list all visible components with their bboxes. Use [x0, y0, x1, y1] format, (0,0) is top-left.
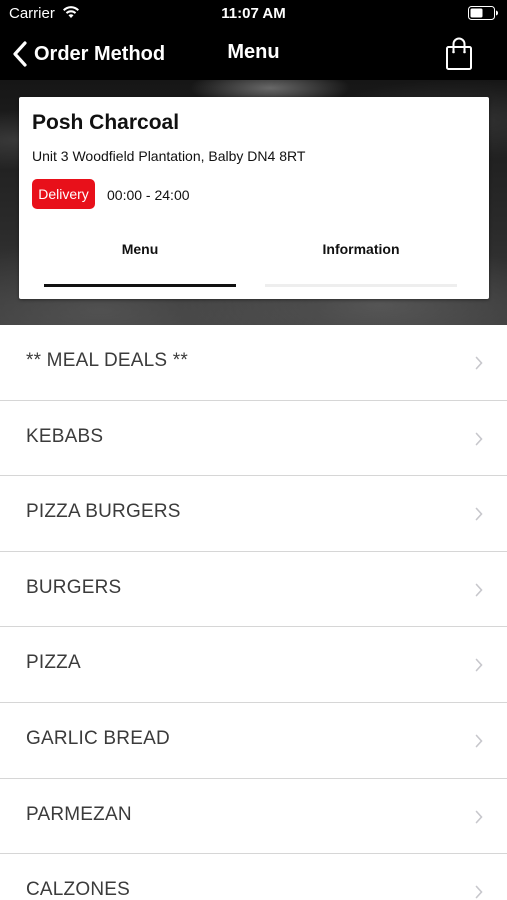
list-item-meal-deals[interactable]: ** MEAL DEALS ** — [0, 325, 507, 401]
chevron-left-icon — [13, 41, 27, 67]
list-item-burgers[interactable]: BURGERS — [0, 551, 507, 628]
list-item-pizza-burgers[interactable]: PIZZA BURGERS — [0, 476, 507, 552]
list-item-parmezan[interactable]: PARMEZAN — [0, 778, 507, 855]
chevron-right-icon — [475, 356, 483, 370]
list-item-label: ** MEAL DEALS ** — [26, 350, 188, 371]
delivery-badge: Delivery — [32, 179, 95, 209]
navigation-bar: Order Method Menu — [0, 28, 507, 80]
list-item-label: PARMEZAN — [26, 803, 132, 825]
list-item-calzones[interactable]: CALZONES — [0, 854, 507, 900]
chevron-right-icon — [475, 583, 483, 597]
list-item-label: BURGERS — [26, 576, 122, 598]
list-item-label: GARLIC BREAD — [26, 727, 170, 749]
list-item-kebabs[interactable]: KEBABS — [0, 400, 507, 477]
tab-menu-indicator — [44, 284, 236, 287]
chevron-right-icon — [475, 734, 483, 748]
list-item-label: KEBABS — [26, 425, 104, 447]
list-item-label: CALZONES — [26, 879, 131, 900]
back-button-label: Order Method — [34, 42, 166, 65]
category-list: ** MEAL DEALS ** KEBABS PIZZA BURGERS BU… — [0, 325, 507, 900]
tab-menu-label: Menu — [121, 241, 159, 257]
status-time: 11:07 AM — [221, 5, 286, 22]
chevron-right-icon — [475, 885, 483, 899]
tab-information-indicator — [265, 284, 457, 287]
cart-button[interactable] — [444, 36, 474, 72]
list-item-garlic-bread[interactable]: GARLIC BREAD — [0, 702, 507, 779]
tab-information-label: Information — [322, 241, 400, 257]
shopping-bag-icon — [446, 37, 472, 70]
chevron-right-icon — [475, 432, 483, 445]
back-button[interactable]: Order Method — [12, 36, 165, 72]
list-item-label: PIZZA BURGERS — [26, 501, 181, 523]
list-item-label: PIZZA — [26, 652, 81, 674]
restaurant-address: Unit 3 Woodfield Plantation, Balby DN4 8… — [32, 148, 306, 164]
list-item-pizza[interactable]: PIZZA — [0, 627, 507, 703]
restaurant-name: Posh Charcoal — [32, 111, 180, 134]
status-bar: Carrier 11:07 AM — [0, 0, 507, 28]
chevron-right-icon — [475, 507, 483, 521]
chevron-right-icon — [475, 810, 483, 823]
opening-hours: 00:00 - 24:00 — [107, 187, 190, 203]
chevron-right-icon — [475, 659, 483, 672]
tab-menu[interactable]: Menu — [44, 227, 236, 287]
battery-icon — [468, 6, 498, 20]
tab-information[interactable]: Information — [265, 227, 457, 287]
restaurant-info-card: Posh Charcoal Unit 3 Woodfield Plantatio… — [19, 97, 489, 299]
